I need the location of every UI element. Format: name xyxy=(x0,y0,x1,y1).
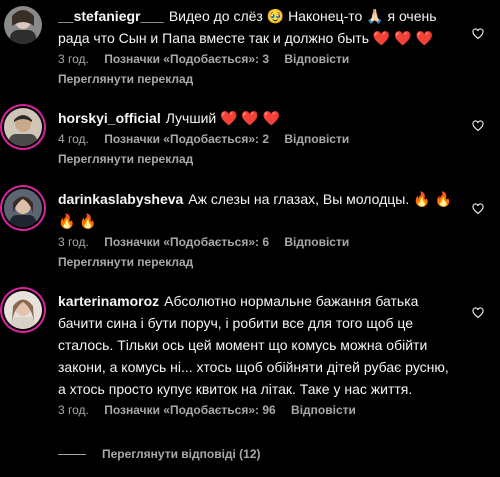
view-replies-label: Переглянути відповіді (12) xyxy=(102,447,261,461)
comment-text: darinkaslabysheva Аж слезы на глазах, Вы … xyxy=(58,188,456,232)
avatar[interactable] xyxy=(4,6,42,44)
comment-likes[interactable]: Позначки «Подобається»: 3 xyxy=(104,52,269,66)
heart-outline-icon[interactable] xyxy=(472,307,484,319)
comment-text: karterinamoroz Абсолютно нормальне бажанн… xyxy=(58,290,456,400)
comment-age: 3 год. xyxy=(58,52,89,66)
reply-button[interactable]: Відповісти xyxy=(291,403,356,417)
reply-button[interactable]: Відповісти xyxy=(284,52,349,66)
translate-link[interactable]: Переглянути переклад xyxy=(58,253,456,271)
heart-outline-icon[interactable] xyxy=(472,203,484,215)
heart-outline-icon[interactable] xyxy=(472,120,484,132)
comment-meta: 3 год. Позначки «Подобається»: 96 Відпов… xyxy=(58,401,456,419)
comment-body: Лучший ❤️ ❤️ ❤️ xyxy=(165,110,281,126)
translate-link[interactable]: Переглянути переклад xyxy=(58,150,456,168)
avatar[interactable] xyxy=(4,189,42,227)
reply-button[interactable]: Відповісти xyxy=(284,132,349,146)
comment-username[interactable]: darinkaslabysheva xyxy=(58,191,183,207)
comment-meta: 4 год. Позначки «Подобається»: 2 Відпові… xyxy=(58,130,456,148)
view-replies-button[interactable]: Переглянути відповіді (12) xyxy=(58,447,261,461)
avatar[interactable] xyxy=(4,108,42,146)
comment-meta: 3 год. Позначки «Подобається»: 6 Відпові… xyxy=(58,233,456,251)
comment-text: horskyi_official Лучший ❤️ ❤️ ❤️ xyxy=(58,107,456,129)
comment-text: __stefaniegr___ Видео до слёз 🥹 Наконец-т… xyxy=(58,5,456,49)
comment-username[interactable]: __stefaniegr___ xyxy=(58,8,164,24)
comment-age: 3 год. xyxy=(58,403,89,417)
comment-username[interactable]: karterinamoroz xyxy=(58,293,159,309)
heart-outline-icon[interactable] xyxy=(472,28,484,40)
avatar[interactable] xyxy=(4,291,42,329)
comment-username[interactable]: horskyi_official xyxy=(58,110,161,126)
comment-likes[interactable]: Позначки «Подобається»: 2 xyxy=(104,132,269,146)
comment-age: 4 год. xyxy=(58,132,89,146)
comment-likes[interactable]: Позначки «Подобається»: 96 xyxy=(104,403,275,417)
comment-age: 3 год. xyxy=(58,235,89,249)
replies-divider xyxy=(58,453,86,455)
translate-link[interactable]: Переглянути переклад xyxy=(58,70,456,88)
reply-button[interactable]: Відповісти xyxy=(284,235,349,249)
comment-meta: 3 год. Позначки «Подобається»: 3 Відпові… xyxy=(58,50,456,68)
comment-likes[interactable]: Позначки «Подобається»: 6 xyxy=(104,235,269,249)
